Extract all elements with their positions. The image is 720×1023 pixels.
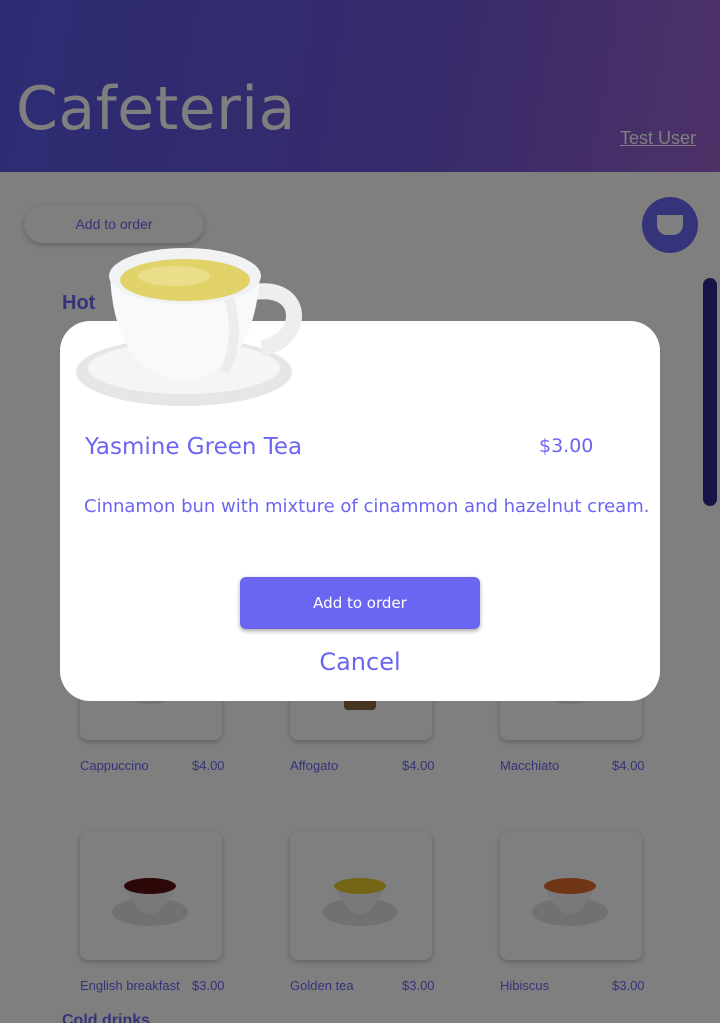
item-price-label: $3.00 <box>539 435 594 457</box>
add-to-order-button[interactable]: Add to order <box>240 577 480 629</box>
green-tea-cup-image <box>76 248 302 406</box>
item-name-heading: Yasmine Green Tea <box>85 434 303 460</box>
item-description: Cinnamon bun with mixture of cinammon an… <box>84 496 650 517</box>
cancel-button[interactable]: Cancel <box>260 648 460 682</box>
